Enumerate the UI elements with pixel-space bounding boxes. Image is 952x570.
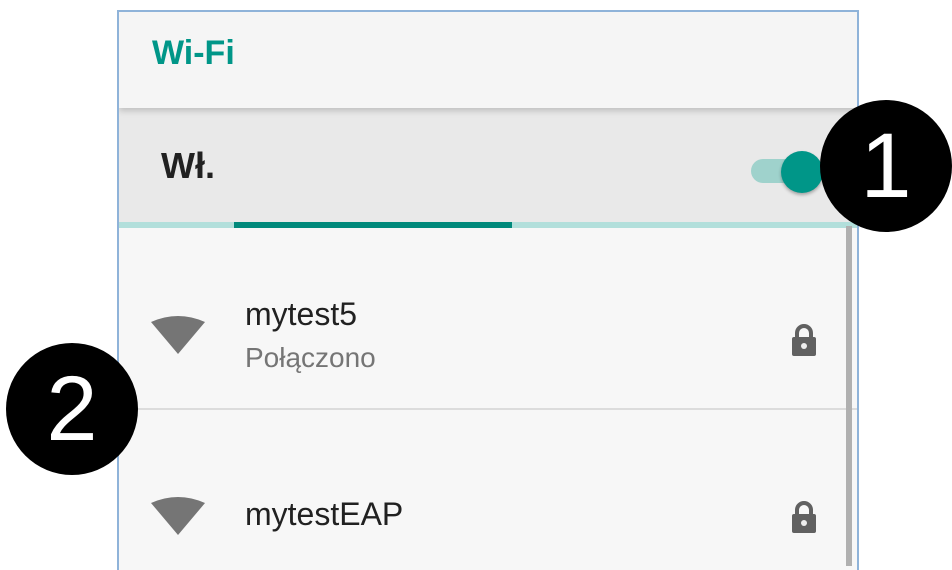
wifi-master-switch-bar[interactable]: Wł.	[119, 108, 857, 224]
app-bar: Wi-Fi	[119, 12, 857, 108]
wifi-signal-icon	[151, 497, 205, 535]
list-scrollbar[interactable]	[846, 226, 852, 566]
network-ssid: mytestEAP	[245, 496, 404, 532]
callout-badge-1: 1	[820, 100, 952, 232]
wifi-signal-icon	[151, 316, 205, 354]
toggle-thumb	[781, 151, 823, 193]
switch-label: Wł.	[161, 145, 215, 186]
wifi-toggle[interactable]	[751, 148, 823, 194]
wifi-settings-screen: Wi-Fi Wł. mytest5 Połączono mytestEAP	[117, 10, 859, 570]
network-item-mytest5[interactable]: mytest5 Połączono	[119, 228, 857, 410]
callout-badge-2: 2	[6, 343, 138, 475]
lock-icon	[792, 501, 816, 533]
network-status: Połączono	[245, 342, 376, 373]
network-item-mytesteap[interactable]: mytestEAP	[119, 410, 857, 570]
lock-icon	[792, 324, 816, 356]
network-list: mytest5 Połączono mytestEAP	[119, 228, 857, 570]
network-ssid: mytest5	[245, 296, 358, 332]
page-title: Wi-Fi	[152, 34, 235, 72]
